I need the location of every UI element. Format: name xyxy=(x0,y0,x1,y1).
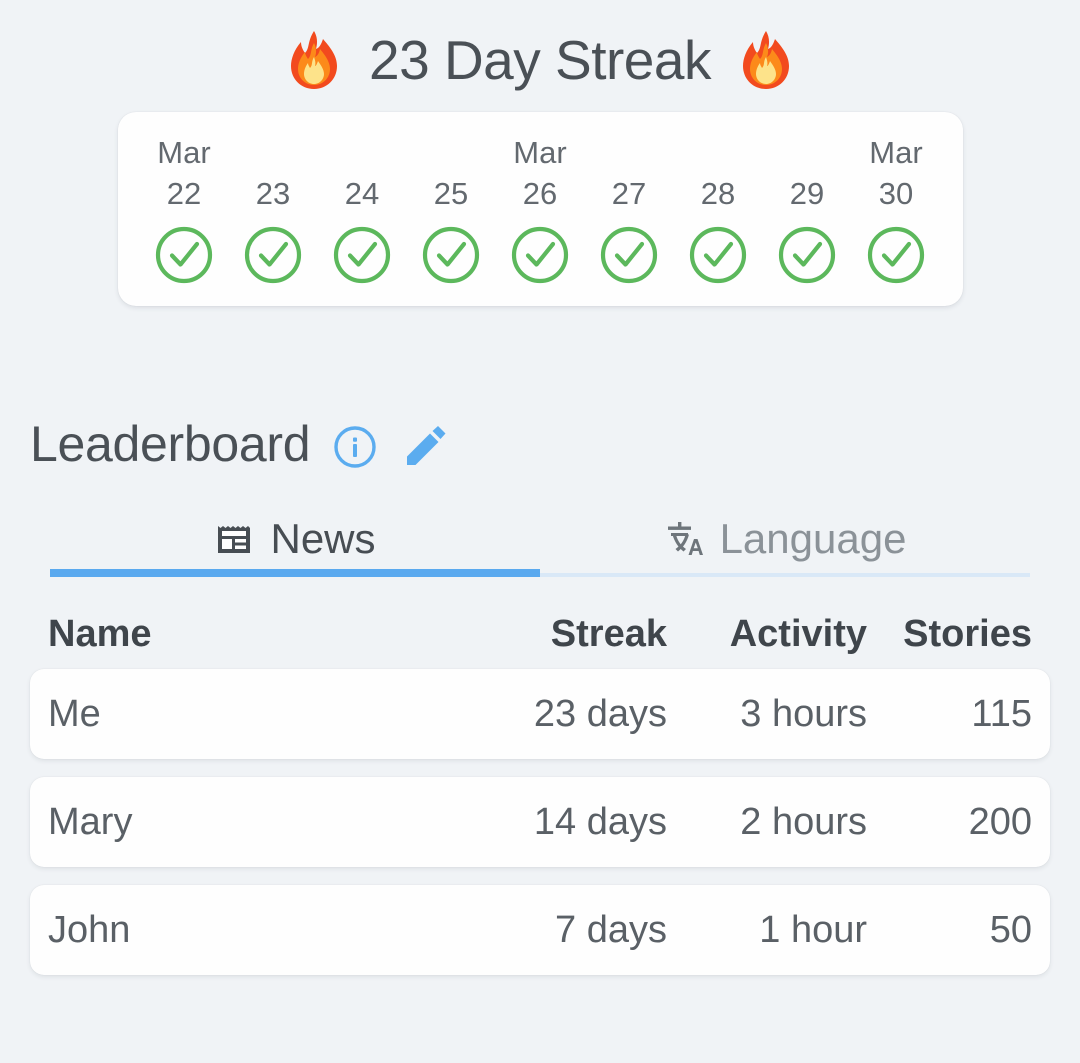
calendar-day-cell[interactable]: Mar 30 xyxy=(852,134,941,286)
tab-language-label: Language xyxy=(719,515,907,562)
calendar-day-number: 29 xyxy=(789,176,825,211)
check-circle-icon xyxy=(242,224,304,286)
calendar-day-cell[interactable]: Mar24 xyxy=(318,134,407,286)
calendar-day-number: 23 xyxy=(255,176,291,211)
calendar-day-cell[interactable]: Mar 22 xyxy=(140,134,229,286)
tab-active-indicator xyxy=(50,569,540,577)
check-circle-icon xyxy=(865,224,927,286)
streak-header: 23 Day Streak xyxy=(0,0,1080,91)
cell-stories: 200 xyxy=(968,800,1032,843)
fire-icon xyxy=(737,29,795,91)
calendar-month-label: Mar xyxy=(869,135,923,170)
calendar-day-cell[interactable]: Mar23 xyxy=(229,134,318,286)
page-title: 23 Day Streak xyxy=(368,29,712,91)
check-circle-icon xyxy=(598,224,660,286)
fire-icon xyxy=(285,29,343,91)
cell-streak: 23 days xyxy=(533,692,667,735)
calendar-day-cell[interactable]: Mar27 xyxy=(585,134,674,286)
cell-streak: 7 days xyxy=(555,908,667,951)
check-circle-icon xyxy=(509,224,571,286)
cell-activity: 2 hours xyxy=(740,800,867,843)
cell-name: Mary xyxy=(48,800,133,843)
column-header-name: Name xyxy=(48,612,152,655)
table-row[interactable]: Me 23 days 3 hours 115 xyxy=(30,669,1050,759)
calendar-day-number: 22 xyxy=(166,176,202,211)
calendar-day-number: 27 xyxy=(611,176,647,211)
cell-name: John xyxy=(48,908,131,951)
streak-calendar-wrapper: Mar22Mar23Mar24Mar25Mar26Mar27Mar28Mar29… xyxy=(0,112,1080,306)
column-header-stories: Stories xyxy=(903,612,1032,655)
calendar-day-cell[interactable]: Mar25 xyxy=(407,134,496,286)
leaderboard-tabs: News Language xyxy=(0,515,1080,577)
check-circle-icon xyxy=(687,224,749,286)
cell-stories: 50 xyxy=(989,908,1032,951)
calendar-day-number: 25 xyxy=(433,176,469,211)
calendar-day-number: 30 xyxy=(878,176,914,211)
calendar-month-label: Mar xyxy=(513,135,567,170)
check-circle-icon xyxy=(153,224,215,286)
tab-language[interactable]: Language xyxy=(540,515,1030,577)
leaderboard-header: Leaderboard xyxy=(30,413,1080,475)
cell-name: Me xyxy=(48,692,101,735)
calendar-day-cell[interactable]: Mar29 xyxy=(763,134,852,286)
tab-news-label: News xyxy=(270,515,376,562)
column-header-activity: Activity xyxy=(729,612,867,655)
table-body: Me 23 days 3 hours 115 Mary 14 days 2 hours 200… xyxy=(30,669,1050,975)
column-header-streak: Streak xyxy=(550,612,667,655)
pencil-icon[interactable] xyxy=(400,424,446,470)
table-header-row: Name Streak Activity Stories xyxy=(30,599,1050,669)
calendar-day-number: 26 xyxy=(522,176,558,211)
calendar-day-number: 28 xyxy=(700,176,736,211)
tab-news[interactable]: News xyxy=(50,515,540,577)
cell-activity: 3 hours xyxy=(740,692,867,735)
newspaper-icon xyxy=(214,519,254,559)
calendar-day-number: 24 xyxy=(344,176,380,211)
check-circle-icon xyxy=(420,224,482,286)
cell-activity: 1 hour xyxy=(759,908,867,951)
streak-calendar: Mar22Mar23Mar24Mar25Mar26Mar27Mar28Mar29… xyxy=(117,112,963,306)
translate-icon xyxy=(664,519,704,559)
calendar-month-label: Mar xyxy=(157,135,211,170)
info-circle-icon[interactable] xyxy=(332,424,378,470)
check-circle-icon xyxy=(776,224,838,286)
cell-stories: 115 xyxy=(971,692,1032,735)
leaderboard-title: Leaderboard xyxy=(30,416,311,472)
table-row[interactable]: John 7 days 1 hour 50 xyxy=(30,885,1050,975)
calendar-day-cell[interactable]: Mar28 xyxy=(674,134,763,286)
cell-streak: 14 days xyxy=(533,800,667,843)
calendar-day-cell[interactable]: Mar 26 xyxy=(496,134,585,286)
check-circle-icon xyxy=(331,224,393,286)
leaderboard-table: Name Streak Activity Stories Me 23 days 3 … xyxy=(0,599,1080,975)
table-row[interactable]: Mary 14 days 2 hours 200 xyxy=(30,777,1050,867)
